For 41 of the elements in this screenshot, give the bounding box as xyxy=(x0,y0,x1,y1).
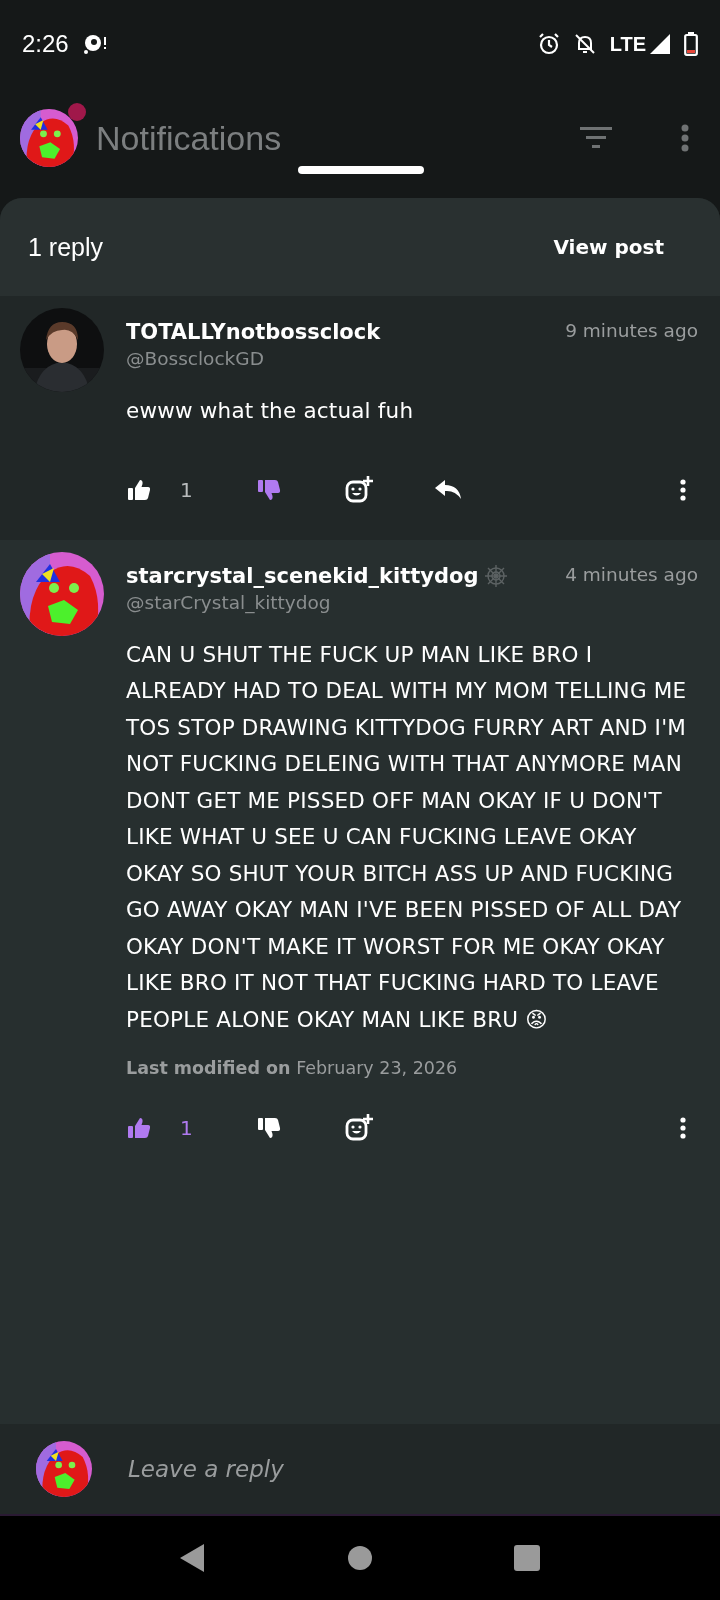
drag-handle[interactable] xyxy=(298,166,424,174)
like-count: 1 xyxy=(180,1116,194,1140)
thumbs-down-icon xyxy=(257,1117,281,1139)
battery-icon xyxy=(684,32,698,56)
kebab-icon xyxy=(680,1117,686,1139)
like-count: 1 xyxy=(180,477,194,502)
network-type: LTE xyxy=(609,32,646,56)
comment-time: 4 minutes ago xyxy=(564,563,698,585)
thumbs-up-icon xyxy=(127,478,151,501)
status-time: 2:26 xyxy=(22,30,69,58)
notification-icon xyxy=(82,33,107,55)
kebab-icon xyxy=(680,478,686,501)
comment-text: CAN U SHUT THE FUCK UP MAN LIKE BRO I ALREADY HAD TO DEAL WITH MY MOM TELLING ME TOS STOP DRAWING KITTYDOG FURRY ART AND I'M NOT FUCKING DELEING WITH THAT ANYMORE MAN DONT GET ME PISSED OFF MAN OKAY IF U DON'T LIKE WHAT U SEE U CAN FUCKING LEAVE OKAY OKAY SO SHUT YOUR BITCH ASS UP AND FUCKING GO AWAY OKAY MAN I'VE BEEN PISSED OF ALL DAY OKAY DON'T MAKE IT WORST FOR ME OKAY OKAY LIKE BRO IT NOT THAT FUCKING HARD TO LEAVE PEOPLE ALONE OKAY MAN LIKE BRU 😡 xyxy=(126,640,688,1034)
kebab-icon xyxy=(681,124,689,152)
signal-icon xyxy=(650,34,670,54)
badge-dot-icon xyxy=(68,103,86,121)
add-reaction-button[interactable] xyxy=(344,474,374,505)
thumbs-down-icon xyxy=(257,478,281,501)
comment-time: 9 minutes ago xyxy=(564,320,698,341)
user-name: starcrystal_scenekid_kittydog xyxy=(126,563,479,588)
back-icon[interactable] xyxy=(180,1544,207,1572)
add-emoji-icon xyxy=(345,1114,373,1142)
reply-icon xyxy=(435,479,463,500)
user-handle: @starCrystal_kittydog xyxy=(126,591,332,613)
add-emoji-icon xyxy=(345,475,373,504)
filter-icon xyxy=(580,127,612,149)
modified-note: Last modified on February 23, 2026 xyxy=(126,1058,459,1078)
recents-icon[interactable] xyxy=(513,1545,540,1571)
user-handle: @BossclockGD xyxy=(126,348,265,369)
page-title: Notifications xyxy=(96,118,283,158)
sheet-title: 1 reply xyxy=(28,232,104,262)
view-post-button[interactable]: View post xyxy=(553,235,664,259)
comment-text: ewww what the actual fuh xyxy=(126,397,415,425)
thumbs-up-icon xyxy=(127,1117,151,1139)
reply-field[interactable]: Leave a reply xyxy=(126,1455,684,1483)
alarm-icon xyxy=(537,33,560,55)
home-icon[interactable] xyxy=(347,1545,373,1571)
add-reaction-button[interactable] xyxy=(344,1113,374,1143)
spiderweb-icon xyxy=(484,563,509,588)
muted-bell-icon xyxy=(573,33,596,55)
user-name: TOTALLYnotbossclock xyxy=(126,320,381,344)
